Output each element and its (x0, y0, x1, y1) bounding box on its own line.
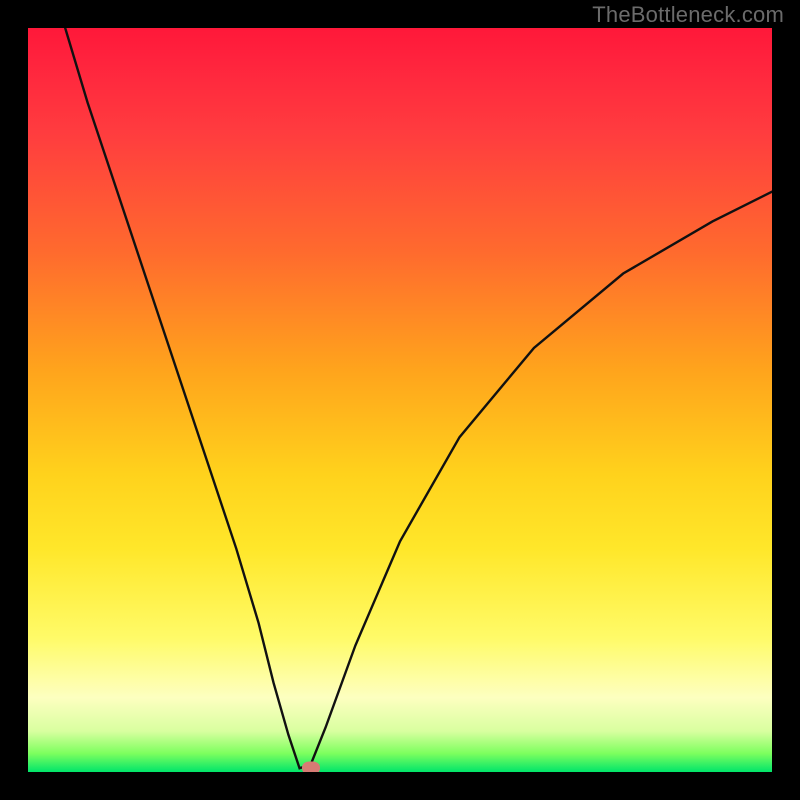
curve-svg (28, 28, 772, 772)
chart-frame: TheBottleneck.com (0, 0, 800, 800)
watermark-text: TheBottleneck.com (592, 2, 784, 28)
minimum-marker (302, 762, 320, 772)
plot-area (28, 28, 772, 772)
curve-path (65, 28, 772, 768)
